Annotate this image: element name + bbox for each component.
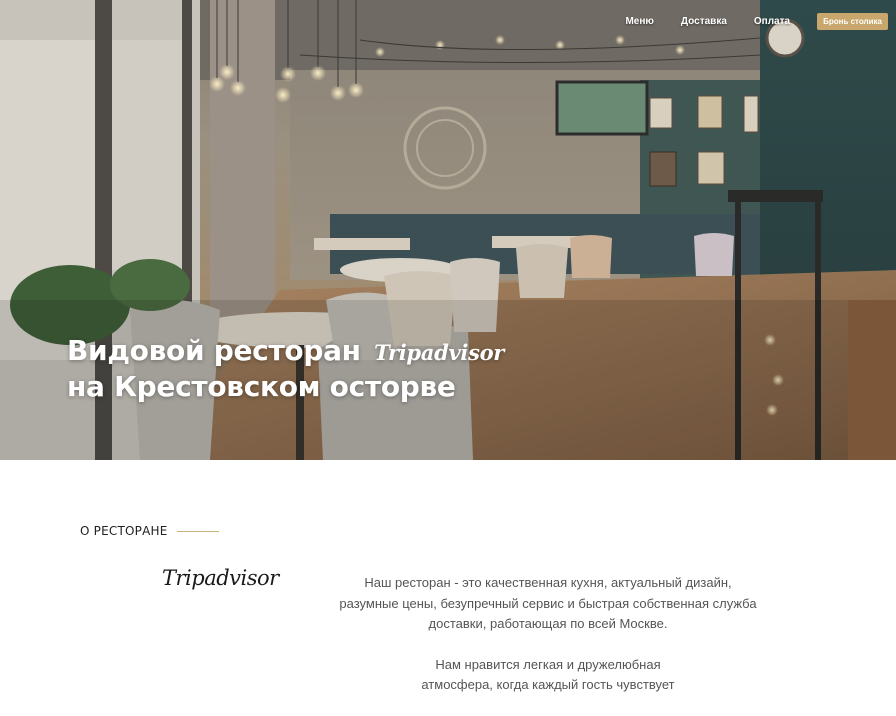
about-paragraph-2: Нам нравится легкая и дружелюбная атмосф…	[308, 655, 788, 696]
about-p1-line: доставки, работающая по всей Москве.	[428, 616, 668, 631]
section-label-divider	[177, 530, 220, 532]
about-p1-line: разумные цены, безупречный сервис и быст…	[339, 595, 757, 611]
book-table-button[interactable]: Бронь столика	[817, 12, 888, 30]
hero-title-line2: на Крестовском осторве	[67, 370, 456, 403]
nav-item-delivery[interactable]: Доставка	[681, 16, 727, 27]
hero-banner: Меню Доставка Оплата Бронь столика Видов…	[0, 0, 896, 460]
nav-item-payment[interactable]: Оплата	[754, 16, 790, 27]
section-label-text: О РЕСТОРАНЕ	[80, 524, 168, 538]
hero-title-line1: Видовой ресторан	[67, 334, 361, 367]
about-p2-line: атмосфера, когда каждый гость чувствует	[421, 677, 675, 692]
about-p2-line: Нам нравится легкая и дружелюбная	[435, 656, 661, 672]
tripadvisor-logo: Tripadvisor	[162, 566, 279, 590]
nav-item-menu[interactable]: Меню	[625, 16, 653, 27]
about-p1-line: Наш ресторан - это качественная кухня, а…	[364, 575, 732, 590]
about-description: Наш ресторан - это качественная кухня, а…	[308, 573, 788, 716]
hero-title: Видовой ресторан Tripadvisor на Крестовс…	[67, 334, 504, 404]
top-navigation: Меню Доставка Оплата Бронь столика	[625, 12, 888, 30]
about-paragraph-1: Наш ресторан - это качественная кухня, а…	[308, 573, 788, 635]
hero-title-tripadvisor: Tripadvisor	[374, 340, 505, 365]
about-section-label: О РЕСТОРАНЕ	[80, 524, 220, 538]
